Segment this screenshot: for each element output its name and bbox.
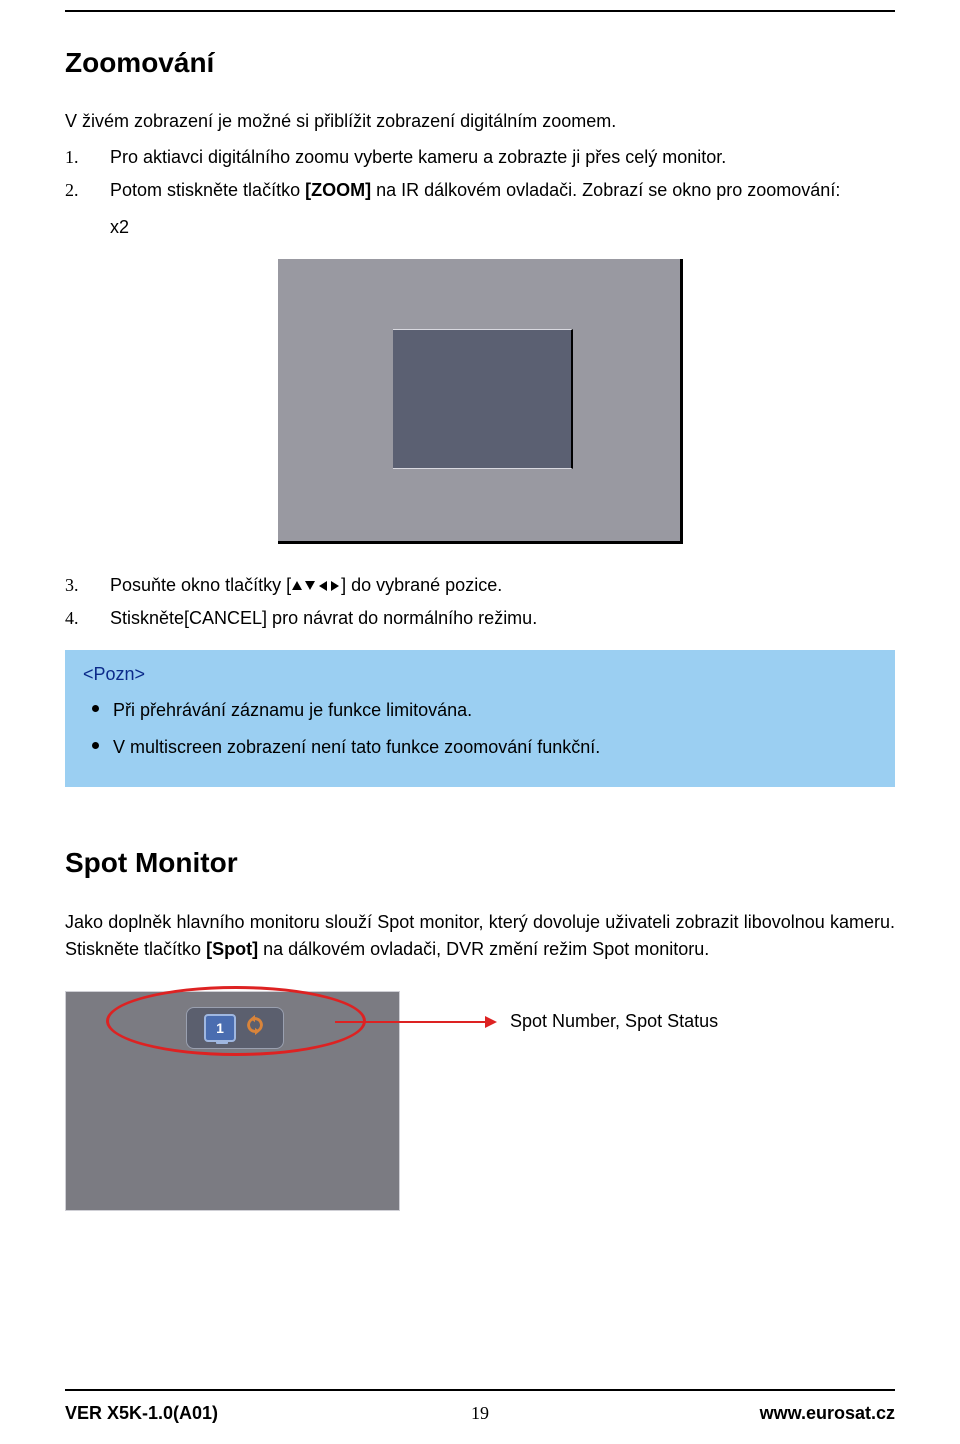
- top-rule: [65, 10, 895, 12]
- heading-zoom: Zoomování: [65, 47, 895, 79]
- footer-rule: [65, 1389, 895, 1391]
- lead-text: V živém zobrazení je možné si přiblížit …: [65, 109, 895, 134]
- note-item: Při přehrávání záznamu je funkce limitov…: [113, 691, 877, 724]
- steps-list-cont: 3. Posuňte okno tlačítky [ ] do vybrané …: [65, 572, 895, 632]
- refresh-icon: [244, 1014, 266, 1042]
- step-2: 2. Potom stiskněte tlačítko [ZOOM] na IR…: [65, 177, 895, 204]
- spot-bold: [Spot]: [206, 939, 258, 959]
- step-body: Pro aktiavci digitálního zoomu vyberte k…: [110, 144, 895, 171]
- monitor-icon: 1: [204, 1014, 236, 1042]
- step3-post: ] do vybrané pozice.: [341, 575, 502, 595]
- step-number: 3.: [65, 572, 110, 599]
- callout-label: Spot Number, Spot Status: [510, 1011, 718, 1032]
- spot-figure-wrap: 1 Spot Number, Spot Status: [65, 991, 895, 1231]
- step-number: 1.: [65, 144, 110, 171]
- step-body: Posuňte okno tlačítky [ ] do vybrané poz…: [110, 572, 895, 599]
- spot-post: na dálkovém ovladači, DVR změní režim Sp…: [258, 939, 709, 959]
- step-body: Potom stiskněte tlačítko [ZOOM] na IR dá…: [110, 177, 895, 204]
- step3-pre: Posuňte okno tlačítky [: [110, 575, 291, 595]
- zoom-figure: [278, 259, 683, 544]
- step2-pre: Potom stiskněte tlačítko: [110, 180, 305, 200]
- zoom-figure-inner: [393, 329, 573, 469]
- footer-page-number: 19: [65, 1403, 895, 1424]
- note-box: <Pozn> Při přehrávání záznamu je funkce …: [65, 650, 895, 787]
- spot-number: 1: [216, 1020, 224, 1036]
- callout-arrow: [335, 1021, 495, 1023]
- step-number: 2.: [65, 177, 110, 204]
- step2-zoom-label: [ZOOM]: [305, 180, 371, 200]
- step-number: 4.: [65, 605, 110, 632]
- spot-figure: 1: [65, 991, 400, 1211]
- note-title: <Pozn>: [83, 664, 877, 685]
- step-1: 1. Pro aktiavci digitálního zoomu vybert…: [65, 144, 895, 171]
- heading-spot: Spot Monitor: [65, 847, 895, 879]
- note-list: Při přehrávání záznamu je funkce limitov…: [113, 691, 877, 761]
- step2-post: na IR dálkovém ovladači. Zobrazí se okno…: [371, 180, 840, 200]
- step-3: 3. Posuňte okno tlačítky [ ] do vybrané …: [65, 572, 895, 599]
- note-item: V multiscreen zobrazení není tato funkce…: [113, 728, 877, 761]
- spot-badge: 1: [186, 1007, 284, 1049]
- step-4: 4. Stiskněte[CANCEL] pro návrat do normá…: [65, 605, 895, 632]
- step-body: Stiskněte[CANCEL] pro návrat do normální…: [110, 605, 895, 632]
- arrow-keys-icon: [291, 579, 341, 593]
- spot-paragraph: Jako doplněk hlavního monitoru slouží Sp…: [65, 909, 895, 963]
- footer: VER X5K-1.0(A01) 19 www.eurosat.cz: [65, 1389, 895, 1424]
- steps-list: 1. Pro aktiavci digitálního zoomu vybert…: [65, 144, 895, 204]
- step2-x2: x2: [110, 214, 895, 241]
